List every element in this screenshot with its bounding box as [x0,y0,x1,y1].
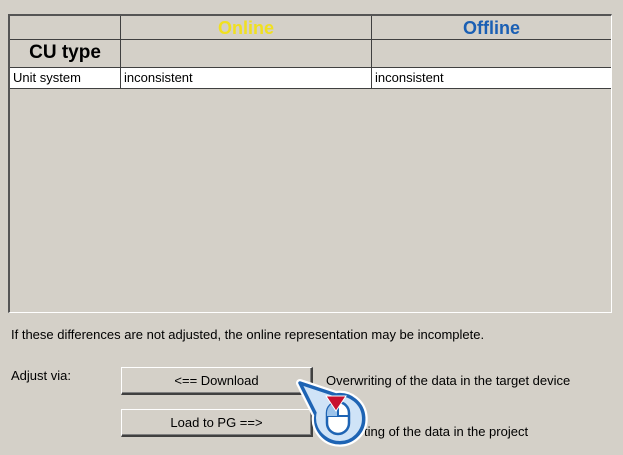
download-description: Overwriting of the data in the target de… [326,373,571,388]
cu-type-label: CU type [29,42,101,63]
cu-type-online-cell [121,40,372,68]
compare-dialog: Online Offline CU type Unit system incon… [0,0,623,455]
row-header-cu-type: CU type [10,40,121,68]
header-offline: Offline [463,18,520,38]
table-row-online[interactable]: inconsistent [121,68,372,89]
header-online-cell: Online [121,16,372,40]
download-button[interactable]: <== Download [121,367,313,395]
mouse-icon [325,400,351,436]
table-row-offline[interactable]: inconsistent [372,68,611,89]
table-row-param[interactable]: Unit system [10,68,121,89]
cu-type-offline-cell [372,40,611,68]
header-empty-cell [10,16,121,40]
header-online: Online [217,18,274,38]
load-to-pg-description: ting of the data in the project [364,424,529,439]
comparison-table: Online Offline CU type Unit system incon… [8,14,612,313]
pointer-arrow-icon [325,395,347,412]
header-offline-cell: Offline [372,16,611,40]
adjust-via-label: Adjust via: [11,368,71,383]
load-to-pg-button[interactable]: Load to PG ==> [121,409,313,437]
difference-note: If these differences are not adjusted, t… [11,327,485,342]
callout-inner [316,396,360,440]
